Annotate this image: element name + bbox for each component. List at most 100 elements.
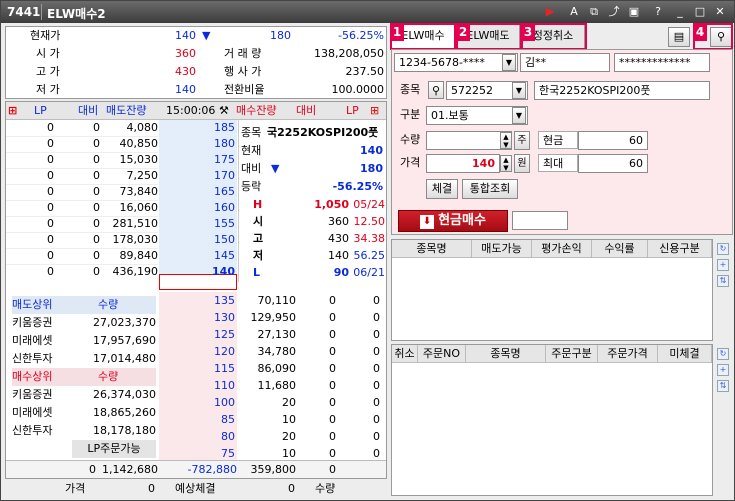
badge-3: 3 xyxy=(521,23,535,41)
holdings-col-header[interactable]: 매도가능 xyxy=(472,240,532,258)
bid-lp: 0 xyxy=(373,294,380,307)
stock-search-icon[interactable]: ⚲ xyxy=(428,81,444,99)
conversion-label: 전환비율 xyxy=(224,83,265,96)
sort-icon[interactable]: ⇅ xyxy=(717,275,729,287)
bid-price[interactable]: 115 xyxy=(161,360,235,377)
price-unit-button[interactable]: 원 xyxy=(514,154,530,173)
bid-price[interactable]: 120 xyxy=(161,343,235,360)
order-type-dropdown-icon[interactable]: ▼ xyxy=(512,107,526,124)
ask-price[interactable]: 170 xyxy=(161,168,235,184)
pending-col-header[interactable]: 주문NO xyxy=(418,345,466,363)
bid-price[interactable]: 130 xyxy=(161,309,235,326)
help-icon[interactable]: ? xyxy=(651,5,665,19)
stock-dropdown-icon[interactable]: ▼ xyxy=(512,82,526,99)
strike-value: 237.50 xyxy=(345,65,385,78)
pending-col-header[interactable]: 종목명 xyxy=(466,345,546,363)
minimize-icon[interactable]: _ xyxy=(673,5,687,19)
ask-price[interactable]: 145 xyxy=(161,248,235,264)
refresh-icon[interactable]: ↻ xyxy=(717,243,729,255)
holdings-col-header[interactable]: 수익률 xyxy=(592,240,648,258)
account-number-field[interactable]: 1234-5678-**** xyxy=(394,53,518,72)
ask-qty: 89,840 xyxy=(119,249,159,262)
low-label: 저 가 xyxy=(36,83,60,96)
integrated-inquiry-button[interactable]: 통합조회 xyxy=(462,179,518,199)
bid-vs: 0 xyxy=(329,430,336,443)
ask-price[interactable]: 160 xyxy=(161,200,235,216)
badge-2: 2 xyxy=(456,23,470,41)
pending-col-header[interactable]: 미체결 xyxy=(658,345,712,363)
export-icon[interactable]: ▤ xyxy=(668,27,690,47)
ask-qty: 73,840 xyxy=(119,185,159,198)
ask-lp: 0 xyxy=(47,185,54,198)
link-icon[interactable]: ⧉ xyxy=(587,5,601,19)
change-value: 180 xyxy=(270,29,291,42)
holdings-col-header[interactable]: 신용구분 xyxy=(648,240,712,258)
ask-vs: 0 xyxy=(93,121,100,134)
tile-icon[interactable]: ▣ xyxy=(627,5,641,19)
price-stepper[interactable]: ▲ ▼ xyxy=(500,155,512,172)
bid-price[interactable]: 125 xyxy=(161,326,235,343)
quantity-unit-button[interactable]: 주 xyxy=(514,131,530,150)
ask-price[interactable]: 165 xyxy=(161,184,235,200)
sell-broker-qty: 27,023,370 xyxy=(93,316,156,329)
pending-col-header[interactable]: 주문구분 xyxy=(546,345,598,363)
bid-price[interactable]: 80 xyxy=(161,428,235,445)
info-stat-label: 시 xyxy=(253,215,264,228)
ask-price[interactable]: 180 xyxy=(161,136,235,152)
buy-broker-qty: 18,178,180 xyxy=(93,424,156,437)
bid-qty-header: 매수잔량 xyxy=(236,104,277,117)
holdings-col-header[interactable]: 평가손익 xyxy=(532,240,592,258)
ask-price[interactable]: 140 xyxy=(161,264,235,280)
bid-price[interactable]: 135 xyxy=(161,292,235,309)
account-dropdown-icon[interactable]: ▼ xyxy=(502,54,516,71)
next-icon[interactable]: ⊞ xyxy=(370,102,382,120)
ask-lp: 0 xyxy=(47,169,54,182)
info-stat-extra: 05/24 xyxy=(353,198,385,211)
add-icon[interactable]: + xyxy=(717,259,729,271)
bid-vs: 0 xyxy=(329,379,336,392)
pending-sort-icon[interactable]: ⇅ xyxy=(717,380,729,392)
ask-price[interactable]: 185 xyxy=(161,120,235,136)
holdings-col-header[interactable]: 종목명 xyxy=(392,240,472,258)
bid-price[interactable]: 110 xyxy=(161,377,235,394)
ask-vs: 0 xyxy=(93,249,100,262)
ask-vs: 0 xyxy=(93,169,100,182)
password-field[interactable]: ************* xyxy=(614,53,710,72)
sell-broker-qty: 17,014,480 xyxy=(93,352,156,365)
pending-add-icon[interactable]: + xyxy=(717,364,729,376)
pending-col-header[interactable]: 주문가격 xyxy=(598,345,658,363)
bid-price[interactable]: 100 xyxy=(161,394,235,411)
quantity-stepper[interactable]: ▲ ▼ xyxy=(500,132,512,149)
maximize-icon[interactable]: □ xyxy=(693,5,707,19)
tool-icon[interactable]: ⚒ xyxy=(219,102,233,120)
conversion-value: 100.0000 xyxy=(331,83,385,96)
pending-col-header[interactable]: 취소 xyxy=(392,345,418,363)
volume-label: 거 래 량 xyxy=(224,47,262,60)
pending-refresh-icon[interactable]: ↻ xyxy=(717,348,729,360)
share-icon[interactable]: ⤴ xyxy=(607,5,621,19)
badge-1: 1 xyxy=(390,23,404,41)
prev-icon[interactable]: ⊞ xyxy=(8,102,18,120)
ask-price[interactable]: 175 xyxy=(161,152,235,168)
high-label: 고 가 xyxy=(36,65,60,78)
price-field[interactable]: 140 xyxy=(426,154,500,173)
bid-price[interactable]: 85 xyxy=(161,411,235,428)
info-stat-value: 140 xyxy=(328,249,349,262)
sell-broker-name: 신한투자 xyxy=(12,352,53,365)
info-stat-label: H xyxy=(253,198,263,211)
buy-broker-qty: 26,374,030 xyxy=(93,388,156,401)
ask-price[interactable]: 150 xyxy=(161,232,235,248)
close-icon[interactable]: ✕ xyxy=(713,5,727,19)
info-stat-extra: 34.38 xyxy=(353,232,386,245)
font-icon[interactable]: A xyxy=(567,5,581,19)
ask-qty-header: 매도잔량 xyxy=(106,104,147,117)
info-rate-value: -56.25% xyxy=(332,180,383,193)
cash-buy-button[interactable]: ⬇ 현금매수 xyxy=(398,210,508,232)
bid-price[interactable]: 75 xyxy=(161,445,235,462)
fill-button[interactable]: 체결 xyxy=(426,179,458,199)
window-title: ELW매수2 xyxy=(47,7,106,21)
ask-price[interactable]: 155 xyxy=(161,216,235,232)
buy-extra-field[interactable] xyxy=(512,211,568,230)
total-diff: -782,880 xyxy=(187,463,237,476)
play-icon[interactable]: ▶ xyxy=(543,5,557,19)
